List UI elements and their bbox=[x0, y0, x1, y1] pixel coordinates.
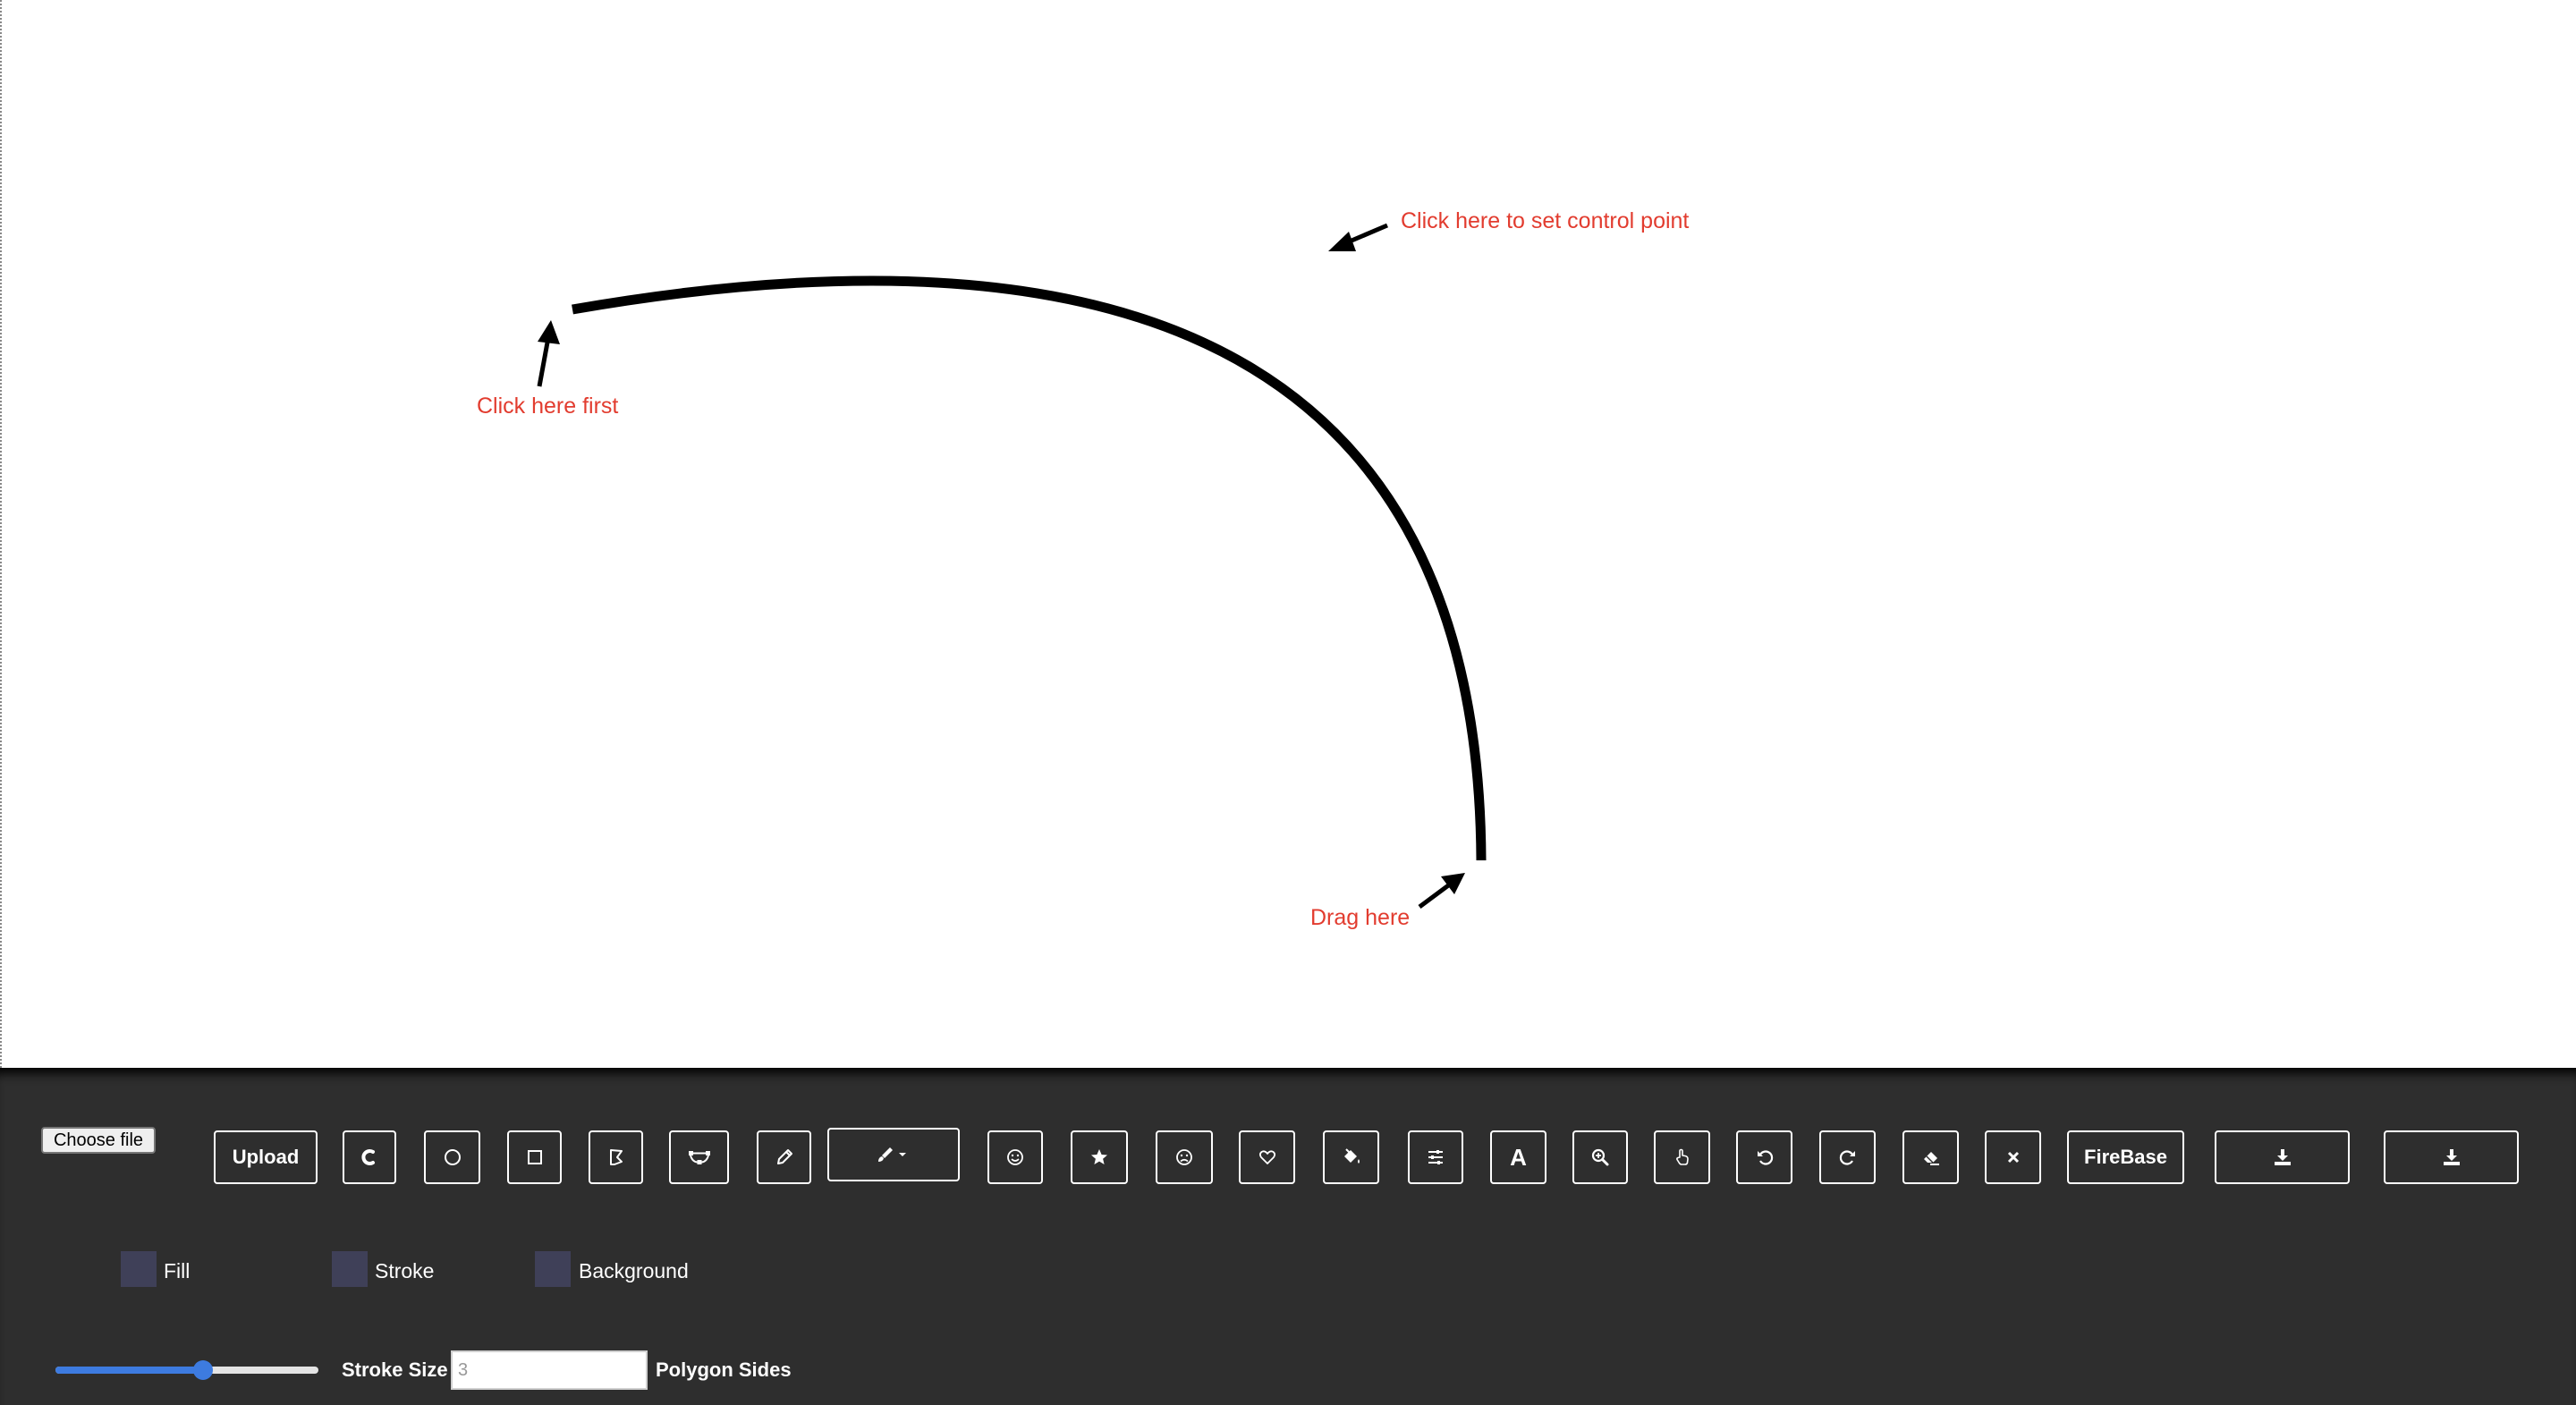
stroke-size-slider[interactable] bbox=[55, 1367, 318, 1374]
upload-button[interactable]: Upload bbox=[214, 1130, 318, 1184]
fill-label: Fill bbox=[164, 1259, 191, 1282]
clear-icon bbox=[2007, 1151, 2019, 1164]
drawing-canvas[interactable]: Click here first Click here to set contr… bbox=[0, 0, 2576, 1068]
download-button-1[interactable] bbox=[2215, 1130, 2350, 1184]
polygon-icon bbox=[609, 1149, 623, 1165]
redo-icon bbox=[1839, 1150, 1855, 1165]
circle-tool-button[interactable] bbox=[424, 1130, 480, 1184]
pan-tool-button[interactable] bbox=[1654, 1130, 1710, 1184]
heart-icon bbox=[1258, 1150, 1275, 1164]
polygon-sides-input[interactable] bbox=[451, 1350, 648, 1390]
background-color-swatch[interactable] bbox=[535, 1251, 571, 1287]
bezier-nodes-icon bbox=[688, 1151, 710, 1164]
pencil-tool-button[interactable] bbox=[757, 1130, 811, 1184]
clear-canvas-button[interactable] bbox=[1985, 1130, 2041, 1184]
background-label: Background bbox=[579, 1259, 689, 1282]
rectangle-tool-button[interactable] bbox=[507, 1130, 562, 1184]
canvas-svg bbox=[537, 223, 1487, 910]
arrow-first bbox=[537, 320, 560, 387]
redo-button[interactable] bbox=[1819, 1130, 1876, 1184]
fill-color-swatch[interactable] bbox=[121, 1251, 157, 1287]
polygon-tool-button[interactable] bbox=[589, 1130, 643, 1184]
stroke-label: Stroke bbox=[375, 1259, 435, 1282]
sad-face-icon bbox=[1176, 1149, 1192, 1165]
arrow-drag bbox=[1418, 873, 1465, 910]
firebase-button[interactable]: FireBase bbox=[2067, 1130, 2184, 1184]
settings-sliders-button[interactable] bbox=[1408, 1130, 1463, 1184]
text-icon: A bbox=[1510, 1143, 1527, 1171]
download-button-2[interactable] bbox=[2384, 1130, 2519, 1184]
undo-icon bbox=[1757, 1150, 1773, 1165]
smiley-icon bbox=[1007, 1149, 1023, 1165]
undo-button[interactable] bbox=[1736, 1130, 1792, 1184]
eraser-tool-button[interactable] bbox=[1902, 1130, 1959, 1184]
curve-tool-icon bbox=[361, 1149, 375, 1165]
stroke-color-swatch[interactable] bbox=[332, 1251, 368, 1287]
download-icon bbox=[2274, 1149, 2291, 1165]
brush-dropdown-button[interactable] bbox=[827, 1128, 960, 1181]
fill-bucket-icon bbox=[1343, 1148, 1360, 1164]
eraser-icon bbox=[1923, 1152, 1939, 1165]
toolbar: Choose file Upload A FireBase Fill Strok… bbox=[0, 1068, 2576, 1405]
stroke-size-slider-thumb[interactable] bbox=[192, 1360, 213, 1380]
download-icon bbox=[2443, 1149, 2460, 1165]
star-tool-button[interactable] bbox=[1071, 1130, 1128, 1184]
zoom-tool-button[interactable] bbox=[1572, 1130, 1628, 1184]
bezier-tool-button[interactable] bbox=[669, 1130, 729, 1184]
stroke-size-slider-fill bbox=[55, 1367, 203, 1374]
fill-bucket-tool-button[interactable] bbox=[1323, 1130, 1379, 1184]
annotation-drag-here: Drag here bbox=[1310, 905, 1411, 930]
smiley-tool-button[interactable] bbox=[987, 1130, 1043, 1184]
annotation-click-first: Click here first bbox=[477, 394, 619, 419]
arrow-control bbox=[1328, 223, 1388, 251]
annotation-control-point: Click here to set control point bbox=[1401, 208, 1690, 233]
star-icon bbox=[1091, 1149, 1107, 1164]
heart-tool-button[interactable] bbox=[1239, 1130, 1295, 1184]
quadratic-curve bbox=[572, 275, 1487, 861]
square-icon bbox=[527, 1150, 542, 1164]
zoom-in-icon bbox=[1591, 1148, 1609, 1166]
sad-face-tool-button[interactable] bbox=[1156, 1130, 1213, 1184]
brush-dropdown-icon bbox=[878, 1147, 906, 1162]
polygon-sides-label: Polygon Sides bbox=[656, 1358, 792, 1381]
circle-icon bbox=[444, 1149, 461, 1165]
curve-tool-button[interactable] bbox=[343, 1130, 396, 1184]
stroke-size-label: Stroke Size bbox=[342, 1358, 448, 1381]
choose-file-button[interactable]: Choose file bbox=[41, 1127, 156, 1154]
text-tool-button[interactable]: A bbox=[1490, 1130, 1546, 1184]
hand-pointer-icon bbox=[1675, 1148, 1689, 1165]
pencil-icon bbox=[776, 1149, 792, 1164]
sliders-icon bbox=[1428, 1150, 1443, 1164]
